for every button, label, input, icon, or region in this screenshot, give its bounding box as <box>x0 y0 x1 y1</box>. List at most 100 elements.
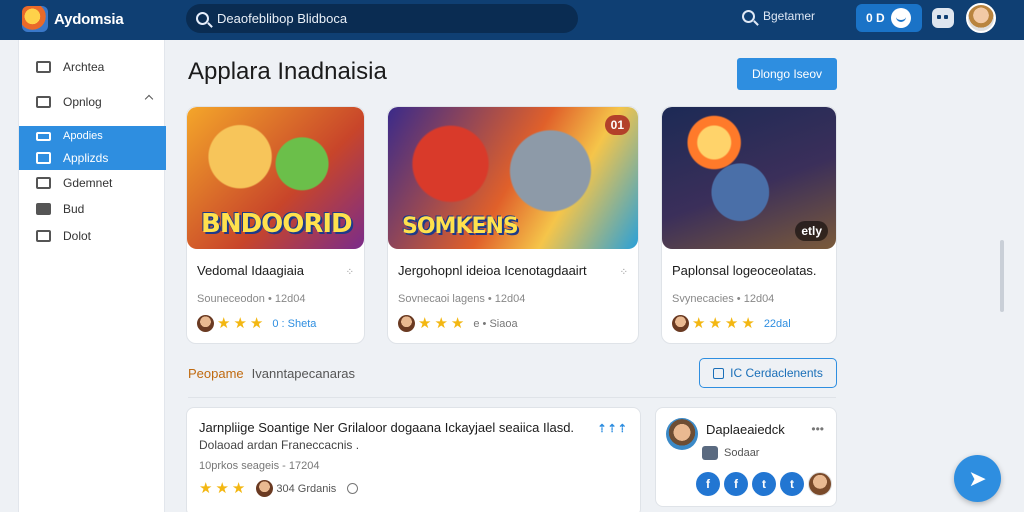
list-item-subtitle: Dolaoad ardan Franeccacnis . <box>199 438 360 452</box>
brand-name: Aydomsia <box>54 10 124 28</box>
game-controller-icon <box>702 446 718 460</box>
top-search-link[interactable]: Bgetamer <box>742 9 815 23</box>
top-search-label: Bgetamer <box>763 9 816 23</box>
more-icon[interactable]: ••• <box>811 422 824 436</box>
facebook-icon[interactable]: f <box>724 472 748 496</box>
author-avatar[interactable] <box>197 315 214 332</box>
card-title[interactable]: Vedomal Idaagiaia <box>197 263 304 278</box>
sidebar-item-label: Archtea <box>63 60 105 74</box>
more-icon[interactable]: ⁘ <box>620 267 628 278</box>
game-card[interactable]: SOMKENS 01 Jergohopnl ideioa Icenotagdaa… <box>387 106 639 344</box>
brand[interactable]: Aydomsia <box>22 6 124 32</box>
sidebar-item-label: Opnlog <box>63 95 102 109</box>
author-avatar[interactable] <box>398 315 415 332</box>
sidebar-item-bud[interactable]: Bud <box>19 197 166 221</box>
card-meta: Souneceodon • 12d04 <box>197 293 306 305</box>
photo-icon <box>36 230 51 242</box>
share-arrow-icon[interactable]: ➤ <box>954 455 1001 502</box>
search-input[interactable]: Deaofeblibop Blidboca <box>217 11 347 26</box>
sidebar-item-label: Gdemnet <box>63 176 113 190</box>
star-icon: ★ <box>231 480 246 497</box>
game-thumbnail[interactable]: SOMKENS 01 <box>388 107 638 249</box>
section-title: Peopame <box>188 366 244 381</box>
profile-name[interactable]: Daplaeaiedck <box>706 422 785 437</box>
sidebar-item-archtea[interactable]: Archtea <box>19 55 166 79</box>
sidebar-item-label: Dolot <box>63 229 92 243</box>
profile-avatar[interactable] <box>666 418 698 450</box>
twitter-icon[interactable]: t <box>780 472 804 496</box>
card-title[interactable]: Jergohopnl ideioa Icenotagdaairt <box>398 263 587 278</box>
game-logo-text: BNDOORID <box>201 209 353 239</box>
divider <box>188 397 836 398</box>
chat-icon[interactable] <box>932 8 954 28</box>
twitter-icon[interactable]: t <box>752 472 776 496</box>
game-card[interactable]: etly Paplonsal logeoceolatas. Svynecacie… <box>661 106 837 344</box>
tools-icon <box>36 61 51 73</box>
rating-note: e • Siaoa <box>473 317 518 330</box>
sidebar-item-label: Apodies <box>63 130 103 142</box>
chevron-up-icon <box>144 94 154 104</box>
sidebar-item-opnlog[interactable]: Opnlog <box>19 90 166 114</box>
friend-avatar[interactable] <box>808 472 832 496</box>
facebook-icon[interactable]: f <box>696 472 720 496</box>
star-icon: ★ <box>450 315 465 332</box>
card-meta: Svynecacies • 12d04 <box>672 293 775 305</box>
star-icon: ★ <box>215 480 229 497</box>
share-icon[interactable]: ⇡⇡⇡ <box>597 422 628 435</box>
sidebar-item-label: Bud <box>63 202 85 216</box>
card-rating: ★ ★ ★ 0 : Sheta <box>197 315 316 332</box>
profile-subtitle-row: Sodaar <box>702 446 759 460</box>
section-subtitle: Ivanntapecanaras <box>251 366 356 381</box>
game-logo-text: SOMKENS <box>402 214 519 239</box>
list-item-title[interactable]: Jarnpliige Soantige Ner Grilaloor dogaan… <box>199 420 574 435</box>
game-thumbnail[interactable]: etly <box>662 107 836 249</box>
star-icon: ★ <box>434 315 448 332</box>
info-icon[interactable] <box>347 483 359 494</box>
sidebar-item-apodies[interactable]: Apodies <box>19 126 166 146</box>
star-icon: ★ <box>233 315 247 332</box>
card-badge: etly <box>795 221 828 241</box>
star-icon: ★ <box>199 480 213 497</box>
image-icon <box>36 96 51 108</box>
star-icon: ★ <box>692 315 706 332</box>
list-item[interactable]: Jarnpliige Soantige Ner Grilaloor dogaan… <box>186 407 641 512</box>
search-icon <box>742 9 755 23</box>
page-title: Applara Inadnaisia <box>188 58 387 85</box>
more-icon[interactable]: ⁘ <box>346 267 354 278</box>
game-card[interactable]: BNDOORID Vedomal Idaagiaia ⁘ Souneceodon… <box>186 106 365 344</box>
rating-note: 0 : Sheta <box>272 317 317 330</box>
search-bar[interactable]: Deaofeblibop Blidboca <box>186 4 578 33</box>
card-rating: ★ ★ ★ ★ 22dal <box>672 315 791 332</box>
top-bar: Aydomsia Deaofeblibop Blidboca Bgetamer … <box>0 0 1024 40</box>
rating-note: 304 Grdanis <box>276 482 337 495</box>
brand-logo-icon <box>22 6 48 32</box>
game-thumbnail[interactable]: BNDOORID <box>187 107 364 249</box>
author-avatar[interactable] <box>672 315 689 332</box>
section-action-button[interactable]: IC Cerdaclenents <box>699 358 837 388</box>
folder-icon <box>36 203 51 215</box>
notifications-pill[interactable]: 0 D <box>856 4 922 32</box>
sidebar-item-dolot[interactable]: Dolot <box>19 224 166 248</box>
shuffle-icon <box>36 177 51 189</box>
search-icon <box>196 12 209 25</box>
document-icon <box>713 367 725 379</box>
user-avatar[interactable] <box>966 3 996 33</box>
list-item-rating: ★ ★ ★ 304 Grdanis <box>199 480 359 497</box>
profile-card: Daplaeaiedck ••• Sodaar f f t t <box>655 407 837 507</box>
list-item-meta: 10prkos seageis - 17204 <box>199 460 320 472</box>
smile-icon <box>890 8 911 28</box>
list-icon <box>36 152 51 164</box>
author-avatar[interactable] <box>256 480 274 497</box>
card-meta: Sovnecaoi lagens • 12d04 <box>398 293 526 305</box>
sidebar-item-applizds[interactable]: Applizds <box>19 146 166 170</box>
card-title[interactable]: Paplonsal logeoceolatas. <box>672 263 817 278</box>
scrollbar[interactable] <box>1000 240 1004 312</box>
star-icon: ★ <box>418 315 432 332</box>
edit-icon <box>36 131 51 141</box>
sidebar-item-gdemnet[interactable]: Gdemnet <box>19 171 166 195</box>
section-action-label: IC Cerdaclenents <box>730 366 823 380</box>
primary-action-button[interactable]: Dlongo Iseov <box>737 58 837 90</box>
star-icon: ★ <box>741 315 755 332</box>
card-badge: 01 <box>604 115 630 135</box>
profile-subtitle: Sodaar <box>724 447 760 459</box>
